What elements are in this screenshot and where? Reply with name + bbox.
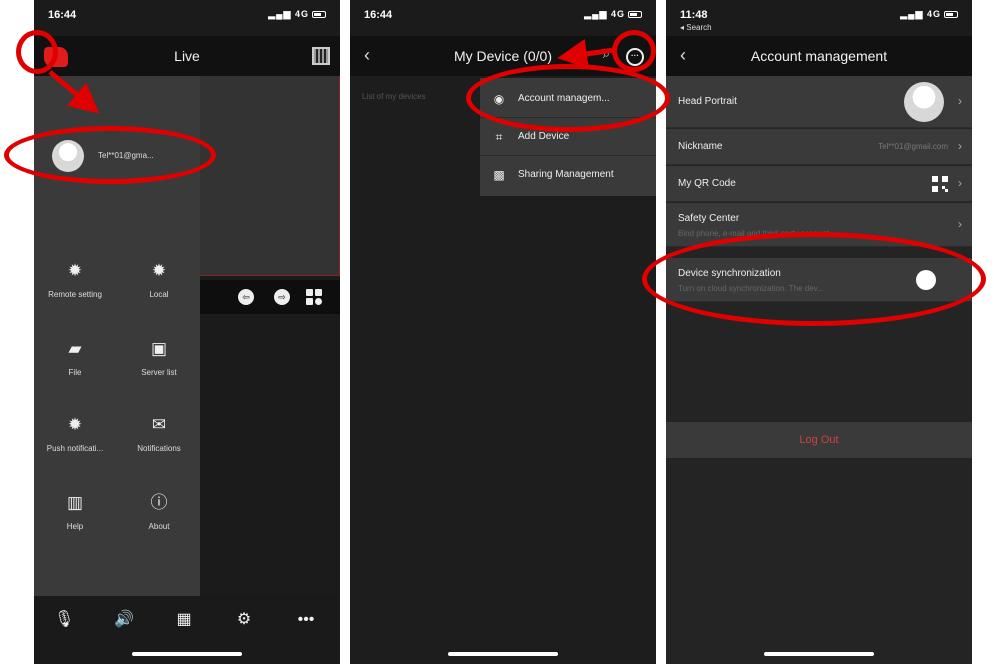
annotation-arrows: [48, 39, 615, 114]
arrow-more-to-menu: [557, 39, 615, 69]
arrow-logo-to-profile: [48, 70, 100, 114]
